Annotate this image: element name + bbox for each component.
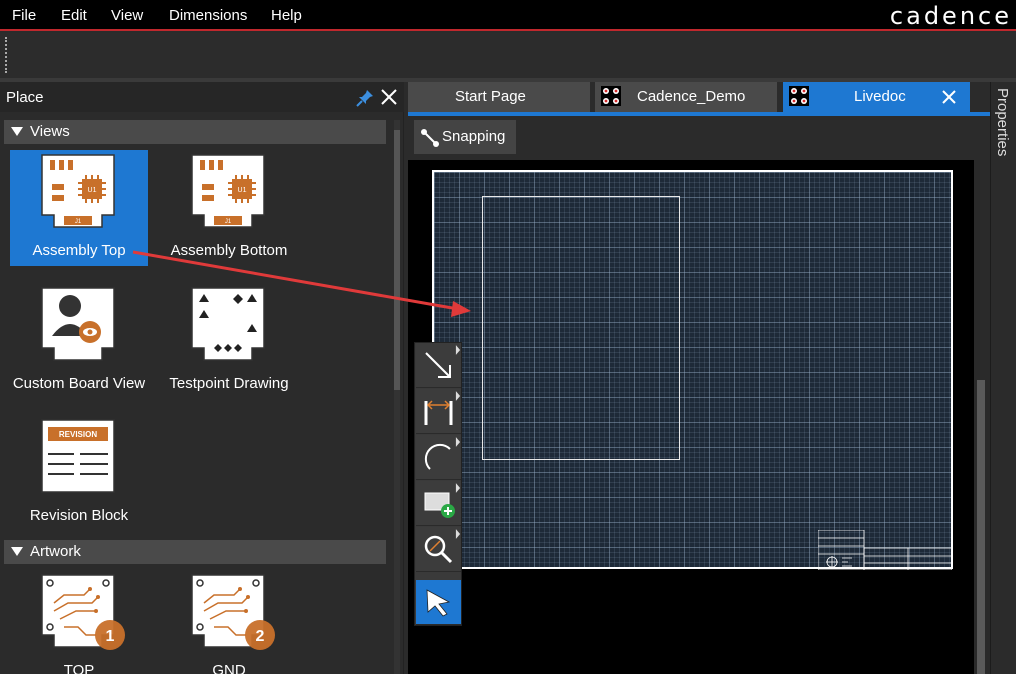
- pointer-arrow-icon: [426, 589, 451, 617]
- menu-file[interactable]: File: [12, 7, 36, 24]
- dimension-icon: [424, 400, 453, 425]
- tab-livedoc[interactable]: Livedoc: [783, 82, 970, 112]
- view-custom-board-label: Custom Board View: [12, 375, 146, 392]
- add-view-tool-button[interactable]: [416, 481, 461, 526]
- toolbar-grip[interactable]: [5, 37, 7, 73]
- tab-cadence-demo[interactable]: Cadence_Demo: [595, 82, 777, 112]
- section-views-label: Views: [30, 123, 70, 140]
- properties-tab-label[interactable]: Properties: [994, 88, 1011, 156]
- menu-edit[interactable]: Edit: [61, 7, 87, 24]
- canvas-scroll-thumb[interactable]: [977, 380, 985, 674]
- view-revision-block[interactable]: REVISION Revision Block: [10, 415, 148, 531]
- flyout-indicator: [455, 345, 461, 355]
- pin-icon[interactable]: [355, 88, 375, 108]
- main-toolbar: [0, 33, 1016, 78]
- j1-label: J1: [225, 219, 232, 225]
- dimension-tool-button[interactable]: [416, 389, 461, 434]
- view-revision-block-label: Revision Block: [29, 507, 129, 524]
- place-panel-scrollbar[interactable]: [394, 120, 400, 674]
- drawing-canvas[interactable]: [408, 160, 974, 674]
- close-tab-icon[interactable]: [939, 87, 959, 107]
- document-area: Start Page Cadence_Demo Livedoc Snapping: [408, 82, 990, 674]
- j1-label: J1: [75, 219, 82, 225]
- flyout-indicator: [455, 391, 461, 401]
- artwork-top[interactable]: 1 TOP: [10, 570, 148, 674]
- tab-start-page-label: Start Page: [455, 88, 526, 105]
- tab-start-page[interactable]: Start Page: [408, 82, 590, 112]
- tool-palette: [414, 342, 462, 626]
- close-panel-icon[interactable]: [379, 87, 399, 107]
- assembly-top-icon: U1 J1: [41, 154, 115, 228]
- menu-help[interactable]: Help: [271, 7, 302, 24]
- revision-block-icon: REVISION: [41, 419, 115, 493]
- menu-dimensions[interactable]: Dimensions: [169, 7, 247, 24]
- artwork-gnd[interactable]: 2 GND: [160, 570, 298, 674]
- view-assembly-bottom[interactable]: U1 J1 Assembly Bottom: [160, 150, 298, 266]
- place-panel-scroll-thumb[interactable]: [394, 130, 400, 390]
- section-artwork-label: Artwork: [30, 543, 81, 560]
- collapse-icon: [11, 127, 23, 136]
- artwork-gnd-badge: 2: [256, 628, 265, 645]
- document-icon: [789, 86, 809, 106]
- view-assembly-top-label: Assembly Top: [32, 242, 126, 259]
- assembly-bottom-icon: U1 J1: [191, 154, 265, 228]
- select-tool-button[interactable]: [416, 580, 461, 625]
- view-placement-rectangle[interactable]: [482, 196, 680, 460]
- artwork-gnd-icon: 2: [191, 574, 275, 650]
- u1-label: U1: [88, 187, 97, 194]
- snapping-button[interactable]: Snapping: [414, 120, 516, 154]
- flyout-indicator: [455, 437, 461, 447]
- section-views[interactable]: Views: [4, 120, 386, 144]
- view-testpoint-drawing-label: Testpoint Drawing: [169, 375, 289, 392]
- document-icon: [601, 86, 621, 106]
- revision-text: REVISION: [59, 430, 97, 439]
- snapping-label: Snapping: [442, 128, 506, 145]
- view-assembly-top[interactable]: U1 J1 Assembly Top: [10, 150, 148, 266]
- document-toolbar: Snapping: [408, 116, 990, 160]
- section-artwork[interactable]: Artwork: [4, 540, 386, 564]
- artwork-top-badge: 1: [106, 628, 115, 645]
- arc-icon: [424, 443, 451, 470]
- u1-label: U1: [238, 187, 247, 194]
- arc-tool-button[interactable]: [416, 435, 461, 480]
- artwork-gnd-label: GND: [212, 662, 246, 674]
- line-arrow-icon: [425, 352, 451, 378]
- zoom-tool-button[interactable]: [416, 527, 461, 572]
- collapse-icon: [11, 547, 23, 556]
- properties-panel[interactable]: Properties: [990, 82, 1016, 674]
- artwork-top-label: TOP: [63, 662, 95, 674]
- flyout-indicator: [455, 529, 461, 539]
- title-block: [818, 530, 952, 570]
- tab-livedoc-label: Livedoc: [854, 88, 906, 105]
- drawing-sheet[interactable]: [432, 170, 953, 570]
- tab-cadence-demo-label: Cadence_Demo: [637, 88, 746, 105]
- cadence-logo: cadence: [889, 2, 1012, 30]
- custom-board-view-icon: [41, 287, 115, 361]
- flyout-indicator: [455, 483, 461, 493]
- zoom-icon: [424, 535, 453, 564]
- place-panel-header: Place: [0, 82, 404, 112]
- menu-view[interactable]: View: [111, 7, 143, 24]
- view-testpoint-drawing[interactable]: Testpoint Drawing: [160, 283, 298, 399]
- testpoint-drawing-icon: [191, 287, 265, 361]
- line-tool-button[interactable]: [416, 343, 461, 388]
- place-panel-title: Place: [6, 89, 44, 106]
- artwork-top-icon: 1: [41, 574, 125, 650]
- view-custom-board[interactable]: Custom Board View: [10, 283, 148, 399]
- view-assembly-bottom-label: Assembly Bottom: [170, 242, 288, 259]
- snapping-icon: [421, 129, 439, 147]
- canvas-vertical-scrollbar[interactable]: [974, 160, 990, 674]
- add-view-icon: [424, 492, 455, 518]
- menu-bar: File Edit View Dimensions Help cadence: [0, 0, 1016, 31]
- place-panel: Place Views U1 J1 Assembly Top U1 J1 Ass…: [0, 82, 404, 674]
